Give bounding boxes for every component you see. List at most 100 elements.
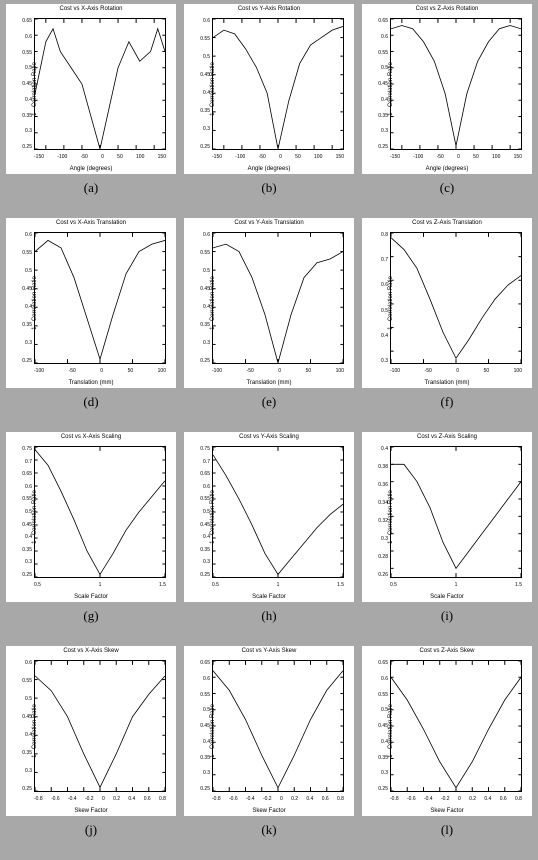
x-tick: 150 bbox=[514, 154, 522, 160]
x-tick: 1.5 bbox=[515, 582, 522, 588]
chart-title: Cost vs Z-Axis Skew bbox=[362, 648, 532, 654]
x-tick: 0 bbox=[100, 368, 103, 374]
chart-b: Cost vs Y-Axis Rotation1 - Correlation R… bbox=[184, 4, 354, 174]
x-tick: 150 bbox=[336, 154, 344, 160]
y-tick: 0.5 bbox=[198, 268, 210, 274]
y-tick: 0.3 bbox=[376, 128, 388, 134]
chart-title: Cost vs X-Axis Translation bbox=[6, 220, 176, 226]
x-tick: -0.6 bbox=[229, 796, 238, 802]
x-tick: -50 bbox=[69, 368, 76, 374]
x-tick: -150 bbox=[34, 154, 44, 160]
y-tick: 0.5 bbox=[376, 65, 388, 71]
chart-cell-c: Cost vs Z-Axis Rotation1 - Correlation R… bbox=[360, 4, 534, 214]
x-tick: 50 bbox=[306, 368, 312, 374]
y-tick: 0.65 bbox=[198, 660, 210, 666]
chart-j: Cost vs X-Axis Skew1 - Correlation Ratio… bbox=[6, 646, 176, 816]
y-tick: 0.6 bbox=[198, 484, 210, 490]
x-axis-label: Angle (degrees) bbox=[184, 166, 354, 172]
y-tick: 0.4 bbox=[20, 304, 32, 310]
x-tick: 0.5 bbox=[212, 582, 219, 588]
x-tick: -0.2 bbox=[263, 796, 272, 802]
y-tick: 0.35 bbox=[198, 547, 210, 553]
x-tick: -100 bbox=[390, 368, 400, 374]
x-tick: 0.5 bbox=[390, 582, 397, 588]
y-tick: 0.45 bbox=[376, 81, 388, 87]
x-tick: 0.4 bbox=[484, 796, 491, 802]
x-tick: -0.8 bbox=[390, 796, 399, 802]
x-tick-labels: -0.8-0.6-0.4-0.200.20.40.60.8 bbox=[212, 796, 344, 802]
x-axis-label: Scale Factor bbox=[184, 594, 354, 600]
x-tick: 1 bbox=[455, 582, 458, 588]
y-tick: 0.3 bbox=[20, 768, 32, 774]
x-tick: -50 bbox=[81, 154, 88, 160]
x-tick: 0 bbox=[279, 154, 282, 160]
y-tick: 0.6 bbox=[20, 34, 32, 40]
y-tick: 0.8 bbox=[376, 232, 388, 238]
x-tick-labels: -0.8-0.6-0.4-0.200.20.40.60.8 bbox=[390, 796, 522, 802]
x-tick: 0.8 bbox=[515, 796, 522, 802]
y-tick-labels: 0.650.60.550.50.450.40.350.30.25 bbox=[198, 660, 210, 792]
x-tick: 0 bbox=[278, 368, 281, 374]
y-tick: 0.6 bbox=[198, 676, 210, 682]
x-tick: -0.2 bbox=[85, 796, 94, 802]
y-tick: 0.35 bbox=[198, 755, 210, 761]
plot-area bbox=[34, 446, 166, 578]
y-tick: 0.55 bbox=[376, 50, 388, 56]
x-tick: -50 bbox=[259, 154, 266, 160]
y-tick: 0.3 bbox=[376, 536, 388, 542]
y-tick: 0.4 bbox=[198, 534, 210, 540]
y-tick: 0.35 bbox=[20, 322, 32, 328]
y-tick: 0.6 bbox=[376, 676, 388, 682]
x-tick: 150 bbox=[158, 154, 166, 160]
plot-area bbox=[390, 18, 522, 150]
y-tick: 0.3 bbox=[198, 559, 210, 565]
chart-h: Cost vs Y-Axis Scaling1 - Correlation Ra… bbox=[184, 432, 354, 602]
x-tick-labels: -100-50050100 bbox=[34, 368, 166, 374]
subfigure-caption: (l) bbox=[441, 822, 453, 838]
x-tick-labels: 0.511.5 bbox=[34, 582, 166, 588]
x-tick: 50 bbox=[473, 154, 479, 160]
y-tick: 0.45 bbox=[198, 72, 210, 78]
x-tick: 100 bbox=[492, 154, 500, 160]
subfigure-caption: (j) bbox=[85, 822, 97, 838]
plot-area bbox=[34, 232, 166, 364]
x-tick-labels: -150-100-50050100150 bbox=[34, 154, 166, 160]
y-tick: 0.65 bbox=[20, 18, 32, 24]
y-tick: 0.4 bbox=[198, 304, 210, 310]
y-tick-labels: 0.80.70.60.50.40.3 bbox=[376, 232, 388, 364]
subfigure-caption: (d) bbox=[83, 394, 98, 410]
y-tick: 0.7 bbox=[20, 459, 32, 465]
y-tick-labels: 0.60.550.50.450.40.350.30.25 bbox=[20, 660, 32, 792]
y-tick: 0.35 bbox=[20, 547, 32, 553]
y-tick: 0.45 bbox=[198, 723, 210, 729]
x-tick: -0.4 bbox=[68, 796, 77, 802]
y-tick-labels: 0.60.550.50.450.40.350.30.25 bbox=[198, 232, 210, 364]
y-tick: 0.55 bbox=[20, 678, 32, 684]
y-tick-labels: 0.60.550.50.450.40.350.30.25 bbox=[198, 18, 210, 150]
y-tick-labels: 0.60.550.50.450.40.350.30.25 bbox=[20, 232, 32, 364]
x-tick-labels: -150-100-50050100150 bbox=[390, 154, 522, 160]
y-tick: 0.25 bbox=[376, 786, 388, 792]
x-axis-label: Scale Factor bbox=[362, 594, 532, 600]
x-tick: -50 bbox=[247, 368, 254, 374]
y-tick: 0.45 bbox=[198, 286, 210, 292]
x-tick-labels: 0.5 1 1.5 bbox=[390, 582, 522, 588]
y-tick: 0.55 bbox=[20, 496, 32, 502]
plot-area bbox=[34, 660, 166, 792]
x-tick: -0.8 bbox=[212, 796, 221, 802]
y-tick: 0.6 bbox=[20, 484, 32, 490]
plot-area bbox=[390, 446, 522, 578]
y-tick: 0.5 bbox=[20, 65, 32, 71]
x-axis-label: Skew Factor bbox=[6, 808, 176, 814]
y-tick: 0.55 bbox=[376, 692, 388, 698]
y-tick: 0.6 bbox=[376, 34, 388, 40]
y-tick: 0.35 bbox=[198, 322, 210, 328]
y-tick: 0.45 bbox=[20, 522, 32, 528]
x-tick: -0.2 bbox=[441, 796, 450, 802]
chart-e: Cost vs Y-Axis Translation1 - Correlatio… bbox=[184, 218, 354, 388]
x-tick: 0.4 bbox=[128, 796, 135, 802]
chart-k: Cost vs Y-Axis Skew1 - Correlation Ratio… bbox=[184, 646, 354, 816]
y-tick-labels: 0.750.70.650.60.550.50.450.40.350.30.25 bbox=[20, 446, 32, 578]
plot-area bbox=[390, 232, 522, 364]
x-tick: 0 bbox=[102, 796, 105, 802]
